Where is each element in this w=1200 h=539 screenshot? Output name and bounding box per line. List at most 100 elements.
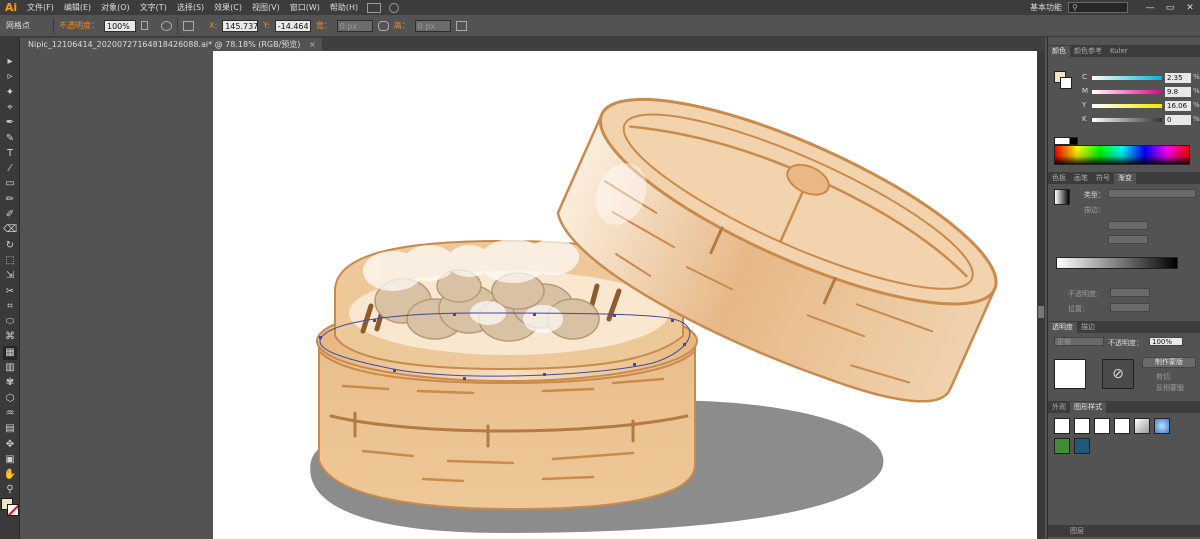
gpu-icon[interactable] (389, 2, 400, 13)
minimize-button[interactable]: — (1140, 3, 1160, 13)
x-input[interactable]: 145.737 (222, 19, 258, 32)
symbol-sprayer-tool-icon[interactable]: ♒ (3, 407, 17, 421)
column-graph-tool-icon[interactable]: ▤ (3, 422, 17, 436)
menu-item-view[interactable]: 视图(V) (247, 0, 285, 15)
gradient-aspect-field[interactable] (1108, 235, 1148, 244)
rotate-tool-icon[interactable]: ↻ (3, 239, 17, 253)
scissors-tool-icon[interactable]: ✂ (3, 285, 17, 299)
tab-brushes[interactable]: 画笔 (1070, 173, 1092, 184)
align-icon[interactable] (183, 20, 194, 31)
tab-symbols[interactable]: 符号 (1092, 173, 1114, 184)
channel-value-input[interactable]: 16.06 (1165, 101, 1191, 111)
object-thumbnail[interactable] (1054, 359, 1086, 389)
perspective-tool-icon[interactable]: ⌘ (3, 330, 17, 344)
none-white-black-swatches[interactable] (1054, 137, 1078, 145)
zoom-tool-icon[interactable]: ⚲ (3, 483, 17, 497)
tab-color[interactable]: 颜色 (1048, 46, 1070, 57)
tab-layers[interactable]: 图层 (1066, 526, 1088, 537)
opacity-label[interactable]: 不透明度： (59, 20, 99, 31)
gradient-opacity-field[interactable] (1110, 288, 1150, 297)
tab-transparency[interactable]: 透明度 (1048, 322, 1077, 333)
eraser-tool-icon[interactable]: ⌫ (3, 223, 17, 237)
width-input[interactable]: 0 px (336, 19, 373, 32)
gradient-preview-swatch[interactable] (1054, 189, 1070, 205)
transparency-opacity-input[interactable]: 100% (1149, 337, 1183, 346)
vertical-scrollbar[interactable] (1037, 51, 1045, 539)
type-tool-icon[interactable]: T (3, 147, 17, 161)
width-tool-icon[interactable]: ⇲ (3, 269, 17, 283)
close-window-button[interactable]: ✕ (1180, 3, 1200, 13)
close-tab-icon[interactable]: × (309, 40, 316, 49)
link-proportions-icon[interactable] (377, 20, 389, 31)
style-glow[interactable] (1154, 418, 1170, 434)
stroke-none-swatch[interactable] (7, 504, 19, 516)
blend-tool-icon[interactable]: ⬡ (3, 392, 17, 406)
maximize-button[interactable]: ▭ (1160, 3, 1180, 13)
channel-value-input[interactable]: 9.8 (1165, 87, 1191, 97)
slice-tool-icon[interactable]: ▣ (3, 453, 17, 467)
color-spectrum[interactable] (1054, 145, 1190, 165)
channel-slider[interactable] (1092, 76, 1162, 80)
gradient-angle-field[interactable] (1108, 221, 1148, 230)
artboard[interactable] (213, 51, 1038, 539)
opacity-input[interactable]: 100% (104, 19, 136, 32)
invert-mask-checkbox-label[interactable]: 反相蒙版 (1156, 383, 1184, 393)
recolor-icon[interactable] (161, 20, 172, 31)
y-input[interactable]: -14.464 (274, 19, 311, 32)
shape-builder-tool-icon[interactable]: ⬭ (3, 315, 17, 329)
scale-tool-icon[interactable]: ⬚ (3, 254, 17, 268)
artwork-steamer-illustration[interactable] (213, 51, 1038, 539)
menu-item-window[interactable]: 窗口(W) (285, 0, 325, 15)
menu-item-type[interactable]: 文字(T) (135, 0, 172, 15)
menu-item-help[interactable]: 帮助(H) (325, 0, 363, 15)
rectangle-tool-icon[interactable]: ▭ (3, 177, 17, 191)
gradient-location-field[interactable] (1110, 303, 1150, 312)
paintbrush-tool-icon[interactable]: ✏ (3, 193, 17, 207)
curvature-tool-icon[interactable]: ✎ (3, 132, 17, 146)
workspace-switcher[interactable]: 基本功能 (1024, 2, 1068, 13)
tab-color-guide[interactable]: 颜色参考 (1070, 46, 1106, 57)
blend-mode-select[interactable]: 正常 (1054, 337, 1104, 346)
clip-checkbox-label[interactable]: 剪切 (1156, 372, 1170, 382)
eyedropper-tool-icon[interactable]: ✾ (3, 376, 17, 390)
transform-icon[interactable] (455, 20, 467, 31)
style-default[interactable] (1054, 418, 1070, 434)
menu-item-select[interactable]: 选择(S) (172, 0, 209, 15)
channel-slider[interactable] (1092, 118, 1162, 122)
gradient-tool-icon[interactable]: ▥ (3, 361, 17, 375)
tab-swatches[interactable]: 色板 (1048, 173, 1070, 184)
selection-tool-icon[interactable]: ▸ (3, 55, 17, 69)
line-tool-icon[interactable]: ⁄ (3, 162, 17, 176)
channel-value-input[interactable]: 2.35 (1165, 73, 1191, 83)
tab-graphic-styles[interactable]: 图形样式 (1070, 402, 1106, 413)
channel-slider[interactable] (1092, 104, 1162, 108)
style-foliage[interactable] (1054, 438, 1070, 454)
hand-tool-icon[interactable]: ✋ (3, 468, 17, 482)
gradient-type-select[interactable] (1108, 189, 1196, 198)
magic-wand-tool-icon[interactable]: ✦ (3, 86, 17, 100)
free-transform-tool-icon[interactable]: ⌗ (3, 300, 17, 314)
document-tab[interactable]: Nipic_12106414_20200727164818426088.ai* … (22, 38, 322, 51)
menu-item-edit[interactable]: 编辑(E) (59, 0, 96, 15)
no-mask-icon[interactable]: ⊘ (1102, 359, 1134, 389)
artboard-tool-icon[interactable]: ✥ (3, 438, 17, 452)
menu-item-file[interactable]: 文件(F) (22, 0, 59, 15)
search-input[interactable]: ⚲ (1068, 2, 1128, 13)
mesh-tool-icon[interactable]: ▦ (3, 345, 17, 360)
tab-appearance[interactable]: 外观 (1048, 402, 1070, 413)
canvas-area[interactable] (21, 51, 1045, 539)
style-shadow[interactable] (1114, 418, 1130, 434)
tab-stroke[interactable]: 描边 (1077, 322, 1099, 333)
arrange-documents-icon[interactable] (367, 2, 382, 13)
gradient-slider-bar[interactable] (1056, 257, 1178, 269)
style-water[interactable] (1074, 438, 1090, 454)
style-bevel[interactable] (1134, 418, 1150, 434)
lasso-tool-icon[interactable]: ⌖ (3, 101, 17, 115)
menu-item-effect[interactable]: 效果(C) (209, 0, 247, 15)
channel-value-input[interactable]: 0 (1165, 115, 1191, 125)
scroll-thumb[interactable] (1038, 306, 1044, 318)
pen-tool-icon[interactable]: ✒ (3, 116, 17, 130)
menu-item-object[interactable]: 对象(O) (96, 0, 135, 15)
make-mask-button[interactable]: 制作蒙版 (1142, 357, 1196, 368)
tab-gradient[interactable]: 渐变 (1114, 173, 1136, 184)
